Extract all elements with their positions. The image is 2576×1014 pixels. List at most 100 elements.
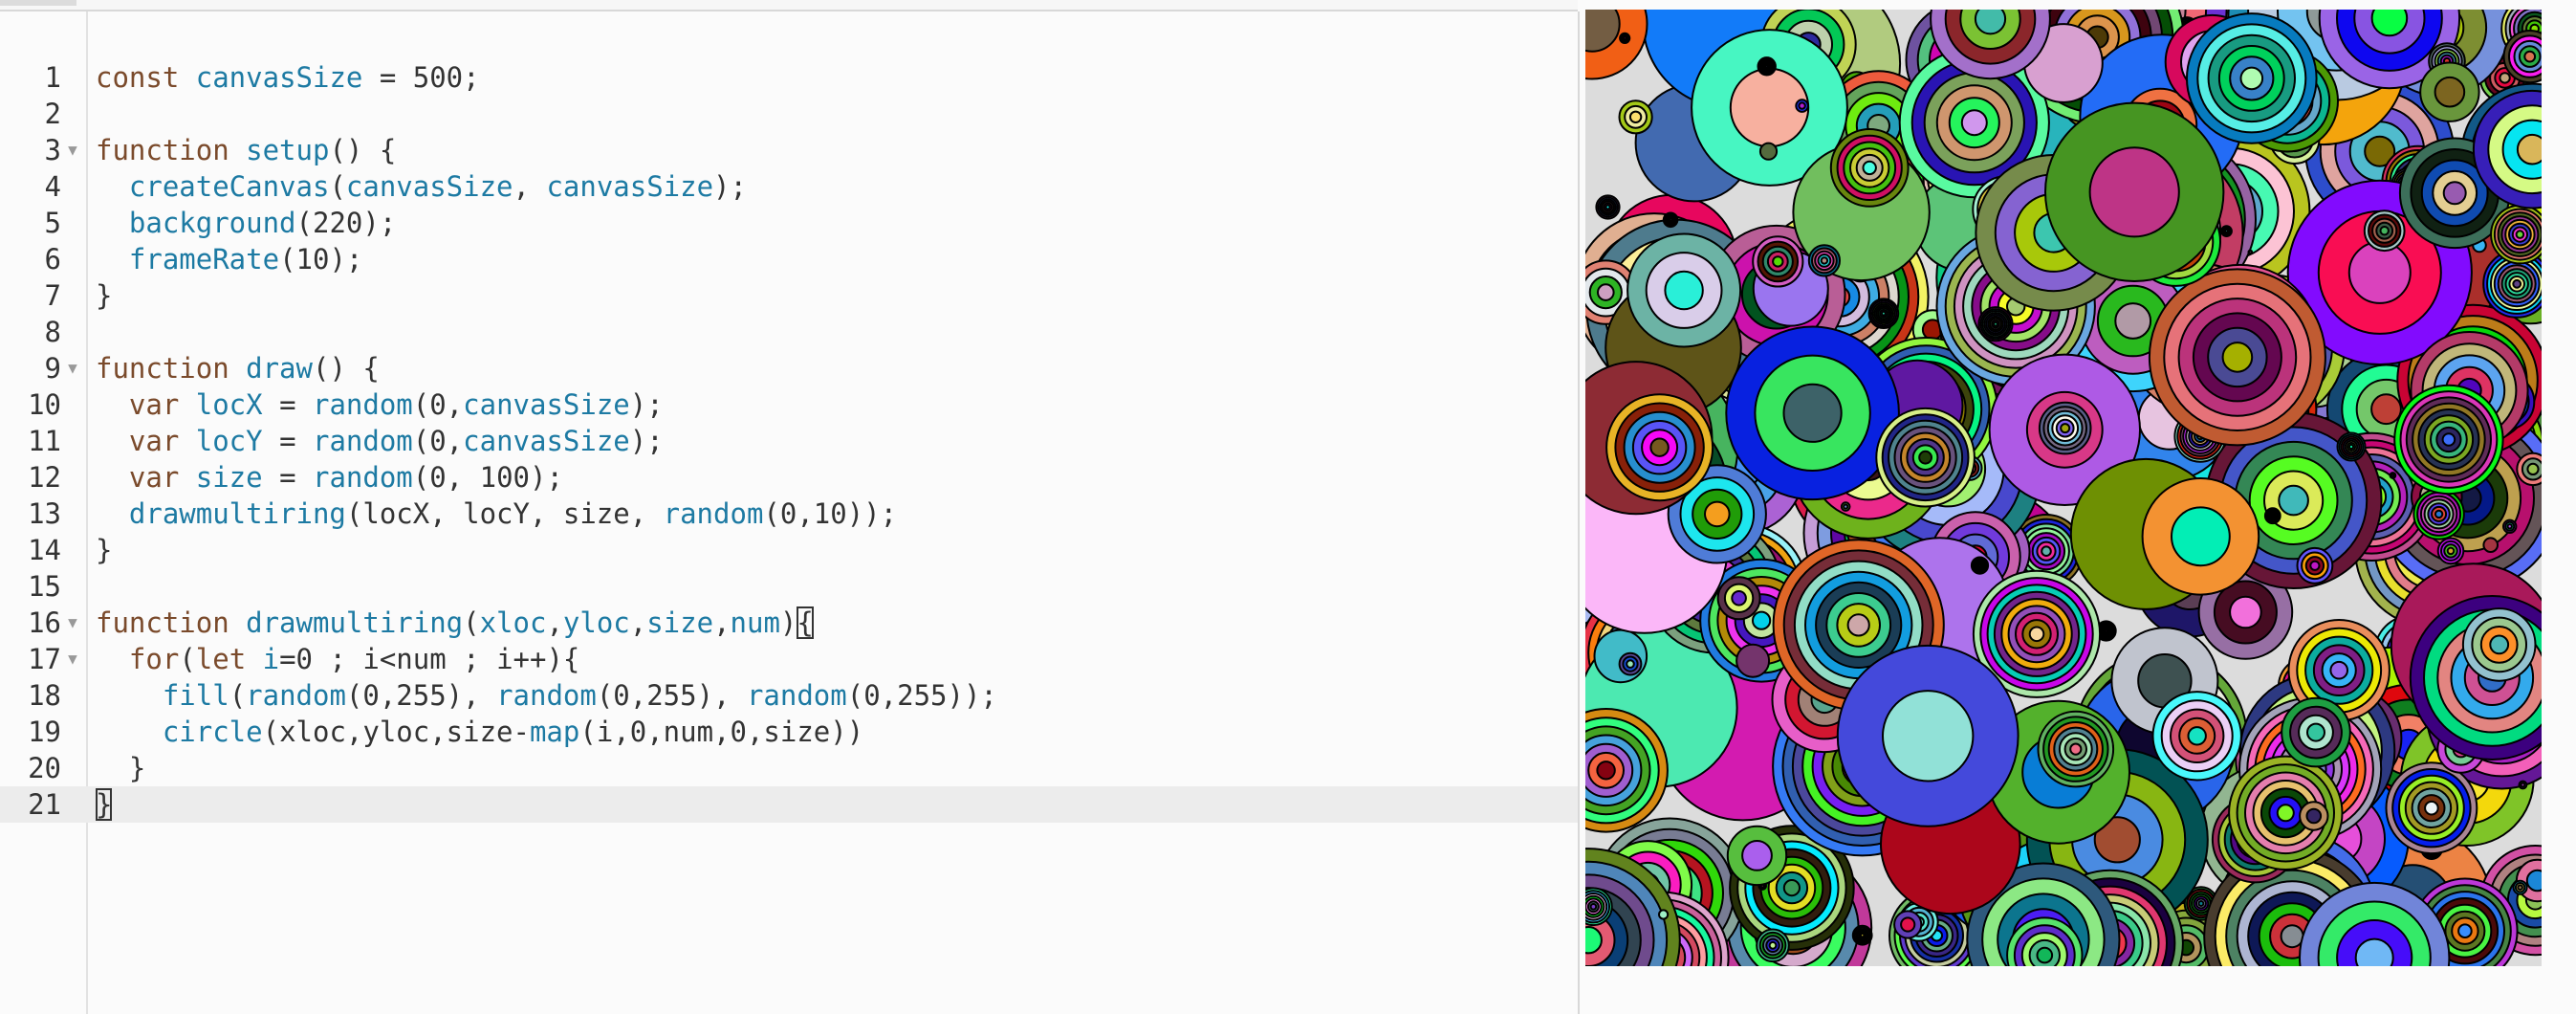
multiring (2281, 696, 2351, 768)
code-token: size (646, 606, 714, 639)
ring-circle (2329, 660, 2349, 680)
code-line[interactable]: 12 var size = random(0, 100); (0, 459, 1578, 496)
ring-circle (1736, 643, 1771, 678)
ring-circle (2036, 946, 2054, 964)
ring-circle (1760, 884, 1764, 888)
ring-circle (2280, 924, 2304, 949)
fold-arrow-icon[interactable]: ▼ (63, 641, 82, 677)
multiring (1829, 127, 1910, 208)
code-editor[interactable]: 1 const canvasSize = 500; 2 3 ▼ function setu… (0, 11, 1580, 1014)
ring-circle (2434, 509, 2444, 519)
code-token: } (96, 788, 113, 821)
code-token: () { (312, 352, 380, 385)
ring-circle (2515, 230, 2525, 239)
ring-circle (2506, 523, 2513, 530)
ring-circle (1782, 383, 1843, 443)
code-line[interactable]: 2 (0, 96, 1578, 132)
code-line[interactable]: 21} (0, 786, 1578, 823)
ring-circle (2229, 595, 2262, 629)
code-line[interactable]: 1 const canvasSize = 500; (0, 59, 1578, 96)
code-text: createCanvas(canvasSize, canvasSize); (96, 168, 747, 205)
code-token: ( (229, 679, 247, 712)
code-token: function (96, 134, 247, 166)
ring-circle (1664, 270, 1704, 311)
multiring (2044, 101, 2225, 282)
sketch-canvas[interactable] (1585, 10, 2542, 966)
code-text: var locY = random(0,canvasSize); (96, 423, 664, 459)
code-line[interactable]: 11 var locY = random(0,canvasSize); (0, 423, 1578, 459)
multiring (1595, 194, 1621, 220)
fold-arrow-icon[interactable]: ▼ (63, 132, 82, 168)
code-line[interactable]: 3 ▼ function setup() { (0, 132, 1578, 168)
code-line[interactable]: 5 background(220); (0, 205, 1578, 241)
code-line[interactable]: 9 ▼ function draw() { (0, 350, 1578, 386)
multiring (1725, 325, 1900, 501)
line-number: 2 (44, 98, 61, 130)
code-token: locY (195, 425, 263, 457)
code-text: background(220); (96, 205, 396, 241)
code-line[interactable]: 19 circle(xloc,yloc,size-map(i,0,num,0,s… (0, 714, 1578, 750)
code-line[interactable]: 6 frameRate(10); (0, 241, 1578, 277)
ring-circle (2520, 782, 2526, 788)
line-number: 19 (28, 716, 61, 748)
code-line[interactable]: 7} (0, 277, 1578, 314)
line-number: 4 (44, 170, 61, 203)
code-text: function draw() { (96, 350, 380, 386)
line-number: 9 (44, 352, 61, 385)
ring-circle (1752, 610, 1772, 630)
code-token: (0,10)); (763, 497, 898, 530)
code-line[interactable]: 13 drawmultiring(locX, locY, size, rando… (0, 496, 1578, 532)
code-token: ( (463, 606, 480, 639)
code-line[interactable]: 14} (0, 532, 1578, 568)
code-line[interactable]: 16 ▼ function drawmultiring(xloc,yloc,size… (0, 605, 1578, 641)
code-token: = (262, 461, 313, 494)
multiring (2186, 12, 2318, 144)
code-text: circle(xloc,yloc,size-map(i,0,num,0,size… (96, 714, 863, 750)
multiring (2490, 204, 2542, 265)
multiring (1807, 244, 1841, 277)
code-token: (0, 100); (412, 461, 563, 494)
code-line[interactable]: 10 var locX = random(0,canvasSize); (0, 386, 1578, 423)
code-token: var (96, 388, 196, 421)
code-line[interactable]: 20 } (0, 750, 1578, 786)
multiring (2299, 801, 2329, 831)
code-token: (0,255), (596, 679, 747, 712)
code-line[interactable]: 4 createCanvas(canvasSize, canvasSize); (0, 168, 1578, 205)
ring-circle (1649, 437, 1670, 457)
multiring (1626, 232, 1742, 348)
code-text: const canvasSize = 500; (96, 59, 480, 96)
ring-circle (1798, 101, 1806, 110)
multiring (1758, 142, 1779, 161)
fold-arrow-icon[interactable]: ▼ (63, 605, 82, 641)
code-line[interactable]: 15 (0, 568, 1578, 605)
code-text: } (96, 750, 145, 786)
code-token: = (262, 425, 313, 457)
code-token: =0 ; i<num ; i++){ (279, 643, 580, 675)
code-token: xloc (479, 606, 547, 639)
ring-circle (2041, 545, 2052, 558)
code-lines[interactable]: 1 const canvasSize = 500; 2 3 ▼ function setu… (0, 59, 1578, 823)
code-line[interactable]: 17 ▼ for(let i=0 ; i<num ; i++){ (0, 641, 1578, 677)
code-text: var size = random(0, 100); (96, 459, 563, 496)
ring-circle (1605, 204, 1611, 210)
ring-circle (2482, 537, 2500, 554)
ring-circle (2305, 807, 2323, 825)
code-token: random (746, 679, 847, 712)
code-token: random (313, 388, 413, 421)
multiring (1605, 393, 1714, 502)
code-token: (0, (412, 425, 464, 457)
line-number: 3 (44, 134, 61, 166)
code-line[interactable]: 8 (0, 314, 1578, 350)
multiring (2518, 780, 2528, 790)
multiring (2220, 225, 2233, 238)
code-line[interactable]: 18 fill(random(0,255), random(0,255), ra… (0, 677, 1578, 714)
ring-circle (2525, 869, 2542, 893)
ring-circle (1881, 310, 1887, 317)
code-token: = 500; (362, 61, 480, 94)
fold-arrow-icon[interactable]: ▼ (63, 350, 82, 386)
ring-circle (1596, 283, 1615, 301)
ring-circle (2424, 800, 2439, 816)
code-token: random (313, 425, 413, 457)
